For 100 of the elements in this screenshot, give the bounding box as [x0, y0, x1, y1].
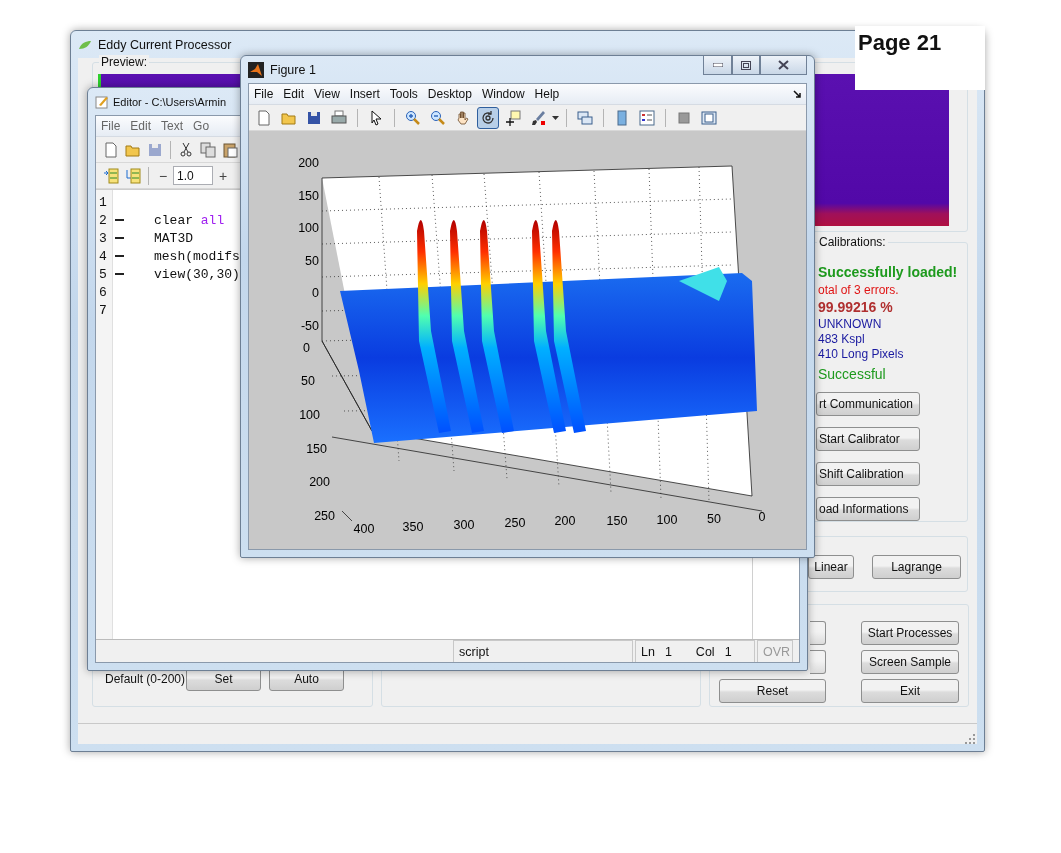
- interpolation-button[interactable]: Linear: [808, 555, 854, 579]
- status-text: 410 Long Pixels: [818, 347, 905, 362]
- matlab-logo-icon: [248, 61, 264, 78]
- line-number: 3: [98, 229, 107, 247]
- line-number: 6: [98, 283, 107, 301]
- notepad-icon: [95, 94, 109, 109]
- menu-item[interactable]: View: [309, 87, 345, 101]
- scissors-icon: [178, 141, 194, 158]
- axis-tick-label: 0: [758, 510, 766, 524]
- blank-button[interactable]: [810, 621, 826, 645]
- status-text: otal of 3 errors.: [818, 283, 900, 298]
- rotate-icon: [480, 109, 496, 126]
- process-button[interactable]: Start Processes: [861, 621, 959, 645]
- axis-tick-label: 0: [303, 341, 310, 355]
- copy-icon: [200, 141, 216, 158]
- menu-item[interactable]: Go: [188, 119, 215, 133]
- legend-icon: [639, 109, 655, 126]
- decrement-button[interactable]: −: [153, 167, 173, 184]
- panel-label: Calibrations:: [817, 235, 888, 249]
- data-cursor-icon: [505, 109, 521, 126]
- brush-icon: [530, 109, 546, 126]
- panel-label: Preview:: [99, 55, 149, 69]
- code-line: MAT3D: [154, 230, 193, 246]
- menu-item[interactable]: Desktop: [422, 87, 477, 101]
- menu-item[interactable]: Help: [529, 87, 565, 101]
- minimize-button[interactable]: [703, 56, 732, 75]
- axis-tick-label: 50: [301, 374, 315, 388]
- status-text: Successfully loaded!: [818, 263, 959, 282]
- code-line: mesh(modifs: [154, 248, 240, 264]
- axis-tick-label: 100: [299, 408, 320, 422]
- dock-arrow-icon[interactable]: [793, 89, 802, 99]
- menu-item[interactable]: File: [96, 119, 126, 133]
- range-label: Default (0-200): [105, 672, 186, 686]
- overwrite-status: OVR: [757, 640, 793, 662]
- clipboard-icon: [222, 141, 238, 158]
- close-icon: [778, 60, 789, 70]
- status-text: 483 Kspl: [818, 332, 866, 347]
- axis-tick-label: 200: [554, 514, 576, 528]
- window-title: Eddy Current Processor: [98, 37, 232, 52]
- menu-item[interactable]: File: [249, 87, 279, 101]
- axis-tick-label: 150: [298, 189, 319, 203]
- restore-button[interactable]: [732, 56, 760, 75]
- menu-item[interactable]: Tools: [384, 87, 423, 101]
- axis-tick-label: 100: [298, 221, 319, 235]
- axis-tick-label: 150: [606, 514, 628, 528]
- new-file-icon: [256, 109, 272, 126]
- blank-button[interactable]: [810, 650, 826, 674]
- zoom-in-icon: [405, 109, 421, 126]
- window-title: Editor - C:\Users\Armin: [113, 95, 227, 108]
- increment-button[interactable]: +: [213, 167, 233, 184]
- minimize-icon: [712, 63, 723, 67]
- axis-tick-label: 0: [312, 286, 319, 300]
- axis-tick-label: 200: [309, 475, 330, 489]
- line-number: 1: [98, 193, 107, 211]
- colorbar-icon: [614, 109, 630, 126]
- surface-bump: [679, 267, 727, 301]
- frame-icon: [701, 109, 717, 126]
- process-button[interactable]: Screen Sample: [861, 650, 959, 674]
- code-line: clear all: [154, 212, 225, 228]
- linked-windows-icon: [577, 109, 593, 126]
- calibration-button[interactable]: rt Communication: [816, 392, 920, 416]
- axis-tick-label: 50: [707, 512, 721, 526]
- status-text: 99.99216 %: [818, 298, 894, 317]
- menu-item[interactable]: Text: [156, 119, 189, 133]
- line-number: 5: [98, 265, 107, 283]
- menu-item[interactable]: Window: [476, 87, 530, 101]
- calibration-button[interactable]: Start Calibrator: [816, 427, 920, 451]
- square-icon: [676, 109, 692, 126]
- leaf-icon: [78, 39, 92, 50]
- axis-tick-label: 200: [298, 156, 319, 170]
- interpolation-button[interactable]: Lagrange: [872, 555, 961, 579]
- process-button[interactable]: Reset: [719, 679, 826, 703]
- status-label: Ln: [641, 644, 655, 659]
- caret-icon[interactable]: [552, 115, 559, 120]
- menu-item[interactable]: Edit: [278, 87, 310, 101]
- axis-tick-label: -50: [300, 319, 319, 333]
- status-value: 1: [664, 644, 672, 659]
- code-line: view(30,30): [154, 266, 240, 282]
- axis-tick-label: 50: [305, 254, 319, 268]
- new-file-icon: [103, 141, 119, 158]
- increment-field[interactable]: 1.0: [173, 166, 213, 185]
- menu-item[interactable]: Insert: [344, 87, 385, 101]
- axis-tick-label: 100: [656, 513, 678, 527]
- line-number: 4: [98, 247, 107, 265]
- hand-icon: [455, 109, 471, 126]
- close-button[interactable]: [760, 56, 807, 75]
- axis-tick-label: 150: [306, 442, 327, 456]
- axis-tick-label: 250: [314, 509, 335, 523]
- calibration-button[interactable]: oad Informations: [816, 497, 920, 521]
- menu-item[interactable]: Edit: [125, 119, 157, 133]
- window-title: Figure 1: [270, 62, 316, 77]
- line-number: 2: [98, 211, 107, 229]
- toolbar-button[interactable]: [477, 106, 499, 129]
- process-button[interactable]: Exit: [861, 679, 959, 703]
- printer-icon: [331, 109, 347, 126]
- axis-tick-label: 250: [504, 516, 526, 530]
- calibration-button[interactable]: Shift Calibration: [816, 462, 920, 486]
- status-text: Successful: [818, 367, 887, 382]
- axis-tick-label: 400: [353, 522, 375, 536]
- axis-tick-label: 350: [402, 520, 424, 534]
